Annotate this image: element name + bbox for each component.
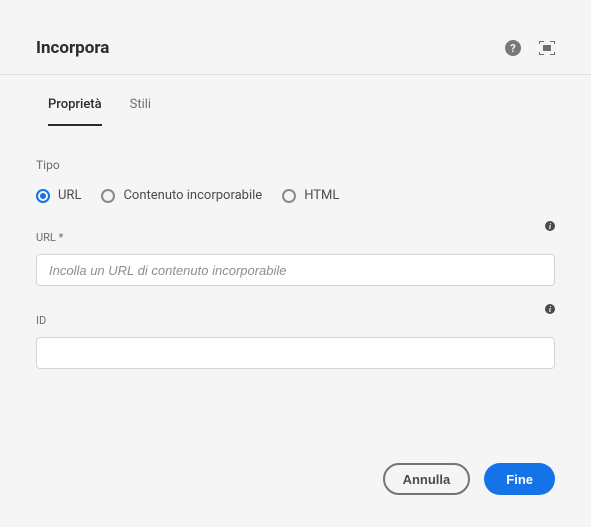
info-icon[interactable]: i xyxy=(545,304,555,314)
tab-properties[interactable]: Proprietà xyxy=(48,97,102,126)
radio-url-circle xyxy=(36,189,50,203)
type-radio-group: URL Contenuto incorporabile HTML xyxy=(36,188,555,203)
radio-html-label: HTML xyxy=(304,188,339,203)
id-field-wrapper: i ID xyxy=(36,314,555,369)
radio-embeddable-label: Contenuto incorporabile xyxy=(123,188,262,203)
radio-html-circle xyxy=(282,189,296,203)
dialog-title: Incorpora xyxy=(36,38,109,58)
radio-embeddable-circle xyxy=(101,189,115,203)
type-label: Tipo xyxy=(36,158,555,172)
cancel-button[interactable]: Annulla xyxy=(383,463,471,495)
radio-url-label: URL xyxy=(58,188,81,203)
dialog-footer: Annulla Fine xyxy=(0,439,591,527)
help-icon[interactable]: ? xyxy=(505,40,521,56)
url-field-wrapper: i URL * xyxy=(36,231,555,286)
url-label: URL * xyxy=(36,231,555,244)
info-icon[interactable]: i xyxy=(545,221,555,231)
tabs: Proprietà Stili xyxy=(36,75,555,126)
dialog-header: Incorpora ? xyxy=(0,0,591,75)
id-label: ID xyxy=(36,314,555,327)
radio-embeddable[interactable]: Contenuto incorporabile xyxy=(101,188,262,203)
dialog-content: Proprietà Stili Tipo URL Contenuto incor… xyxy=(0,75,591,439)
done-button[interactable]: Fine xyxy=(484,463,555,495)
embed-dialog: Incorpora ? Proprietà Stili Tipo URL xyxy=(0,0,591,527)
fullscreen-icon[interactable] xyxy=(539,41,555,55)
header-icons: ? xyxy=(505,40,555,56)
id-input[interactable] xyxy=(36,337,555,369)
radio-url[interactable]: URL xyxy=(36,188,81,203)
radio-html[interactable]: HTML xyxy=(282,188,339,203)
url-input[interactable] xyxy=(36,254,555,286)
tab-styles[interactable]: Stili xyxy=(130,97,151,126)
